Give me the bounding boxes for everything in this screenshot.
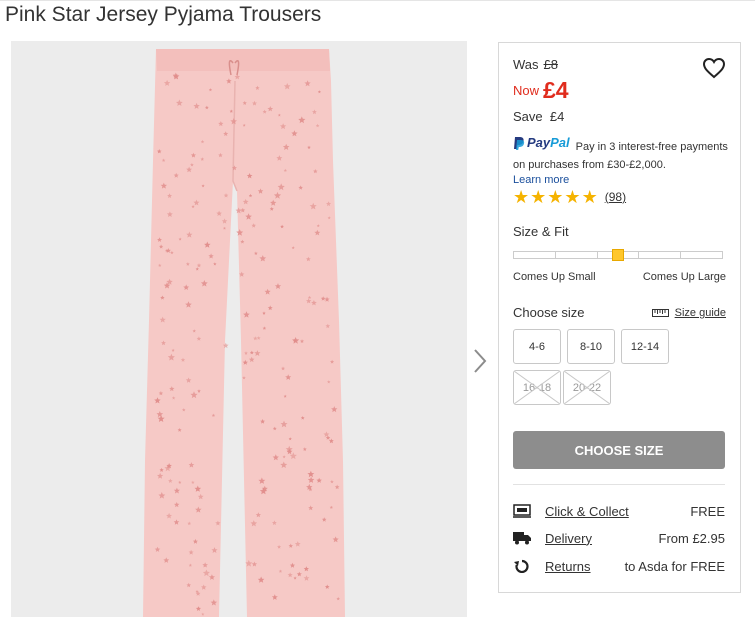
click-collect-icon (513, 504, 531, 518)
paypal-icon (514, 136, 525, 150)
save-value: £4 (549, 109, 565, 124)
delivery-row-click-collect: Click & Collect FREE (513, 501, 725, 521)
paypal-brand-pal: Pal (550, 135, 570, 150)
wishlist-heart-icon[interactable] (702, 57, 726, 79)
was-amount: £8 (543, 57, 558, 72)
returns-info: to Asda for FREE (624, 558, 725, 574)
divider (513, 484, 725, 485)
delivery-truck-icon (513, 532, 531, 545)
returns-icon (514, 559, 529, 573)
size-option-20-22[interactable]: 20-22 (563, 370, 611, 405)
size-guide-link[interactable]: Size guide (651, 307, 726, 319)
product-image[interactable] (11, 41, 467, 617)
now-price: Now £4 (513, 77, 569, 104)
was-label: Was (513, 57, 539, 72)
click-collect-link[interactable]: Click & Collect (545, 504, 629, 519)
size-fit-title: Size & Fit (513, 224, 569, 239)
next-image-arrow-icon[interactable] (472, 348, 488, 374)
size-option-16-18[interactable]: 16-18 (513, 370, 561, 405)
delivery-row-returns: Returns to Asda for FREE (513, 556, 725, 576)
returns-link[interactable]: Returns (545, 559, 591, 574)
review-count[interactable]: (98) (605, 190, 626, 204)
paypal-brand-pay: Pay (527, 135, 551, 150)
paypal-logo: PayPal (513, 135, 570, 150)
size-fit-min-label: Comes Up Small (513, 271, 596, 283)
choose-size-button[interactable]: CHOOSE SIZE (513, 431, 725, 469)
star-icon: ★ (564, 187, 581, 207)
size-option-label: 12-14 (630, 340, 660, 353)
size-option-label: 4-6 (529, 340, 545, 353)
save-amount: Save £4 (513, 109, 564, 124)
size-option-4-6[interactable]: 4-6 (513, 329, 561, 364)
pyjama-trousers-image (11, 41, 467, 617)
ruler-icon (651, 309, 669, 317)
choose-size-title: Choose size (513, 305, 585, 320)
delivery-info: From £2.95 (658, 530, 725, 546)
size-option-12-14[interactable]: 12-14 (621, 329, 669, 364)
star-icon: ★ (513, 187, 530, 207)
delivery-link[interactable]: Delivery (545, 531, 592, 546)
size-fit-marker (612, 249, 624, 261)
out-of-stock-cross-icon (564, 371, 610, 404)
star-icon: ★ (530, 187, 547, 207)
top-divider (0, 0, 755, 1)
was-price: Was £8 (513, 57, 558, 72)
star-icon: ★ (547, 187, 564, 207)
size-option-label: 8-10 (579, 340, 603, 353)
save-label: Save (513, 109, 543, 124)
rating-stars[interactable]: ★ ★ ★ ★ ★ (98) (513, 188, 626, 206)
delivery-row-delivery: Delivery From £2.95 (513, 528, 725, 548)
now-label: Now (513, 83, 540, 98)
product-title: Pink Star Jersey Pyjama Trousers (5, 3, 322, 26)
size-fit-max-label: Comes Up Large (642, 271, 726, 283)
size-option-8-10[interactable]: 8-10 (567, 329, 615, 364)
paypal-banner: PayPal Pay in 3 interest-free payments o… (513, 135, 733, 186)
review-count-value: 98 (608, 190, 623, 204)
click-collect-info: FREE (690, 503, 725, 519)
out-of-stock-cross-icon (514, 371, 560, 404)
purchase-panel: Was £8 Now £4 Save £4 PayPal Pay in 3 inte… (498, 42, 741, 593)
now-amount: £4 (543, 77, 569, 103)
star-icon: ★ (581, 187, 598, 207)
paypal-learn-more-link[interactable]: Learn more (513, 174, 733, 186)
size-guide-label: Size guide (674, 307, 726, 319)
